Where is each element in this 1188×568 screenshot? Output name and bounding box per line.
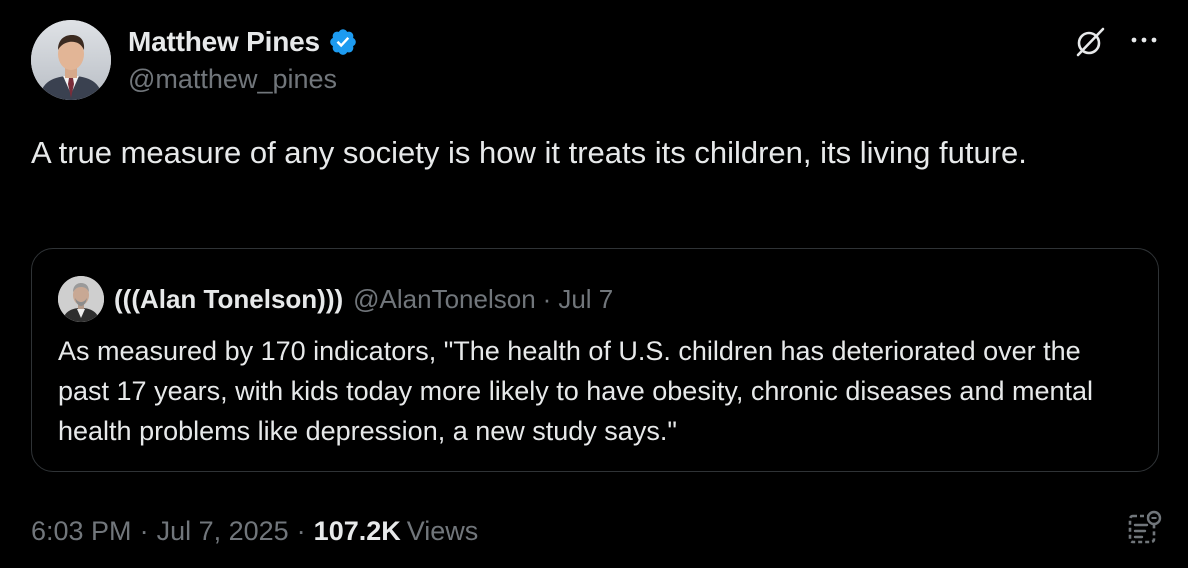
verified-badge-icon[interactable] [328,27,358,57]
meta-separator: · [139,515,149,546]
tweet-time[interactable]: 6:03 PM [31,516,132,547]
tweet-text: A true measure of any society is how it … [31,135,1027,170]
quote-date[interactable]: Jul 7 [558,284,613,315]
quote-author-handle[interactable]: @AlanTonelson [353,284,536,315]
author-name-row[interactable]: Matthew Pines [128,24,358,60]
views-label: Views [406,515,479,546]
quote-author-name[interactable]: (((Alan Tonelson))) [114,284,343,315]
community-note-icon[interactable] [1124,508,1164,548]
tweet-meta: 6:03 PM · Jul 7, 2025 · 107.2K Views [31,512,478,550]
quote-header[interactable]: (((Alan Tonelson))) @AlanTonelson · Jul … [114,281,613,317]
quote-author-avatar[interactable] [58,276,104,322]
grok-icon[interactable] [1071,23,1109,61]
quote-text: As measured by 170 indicators, "The heal… [58,336,1094,446]
author-avatar[interactable] [31,20,111,100]
author-name[interactable]: Matthew Pines [128,26,320,58]
tweet-date[interactable]: Jul 7, 2025 [157,516,289,547]
views-count: 107.2K [313,515,401,546]
meta-separator: · [296,515,306,546]
more-icon[interactable] [1124,24,1164,56]
author-handle[interactable]: @matthew_pines [128,64,337,95]
quoted-tweet-card[interactable]: (((Alan Tonelson))) @AlanTonelson · Jul … [31,248,1159,472]
quote-separator: · [542,283,552,314]
